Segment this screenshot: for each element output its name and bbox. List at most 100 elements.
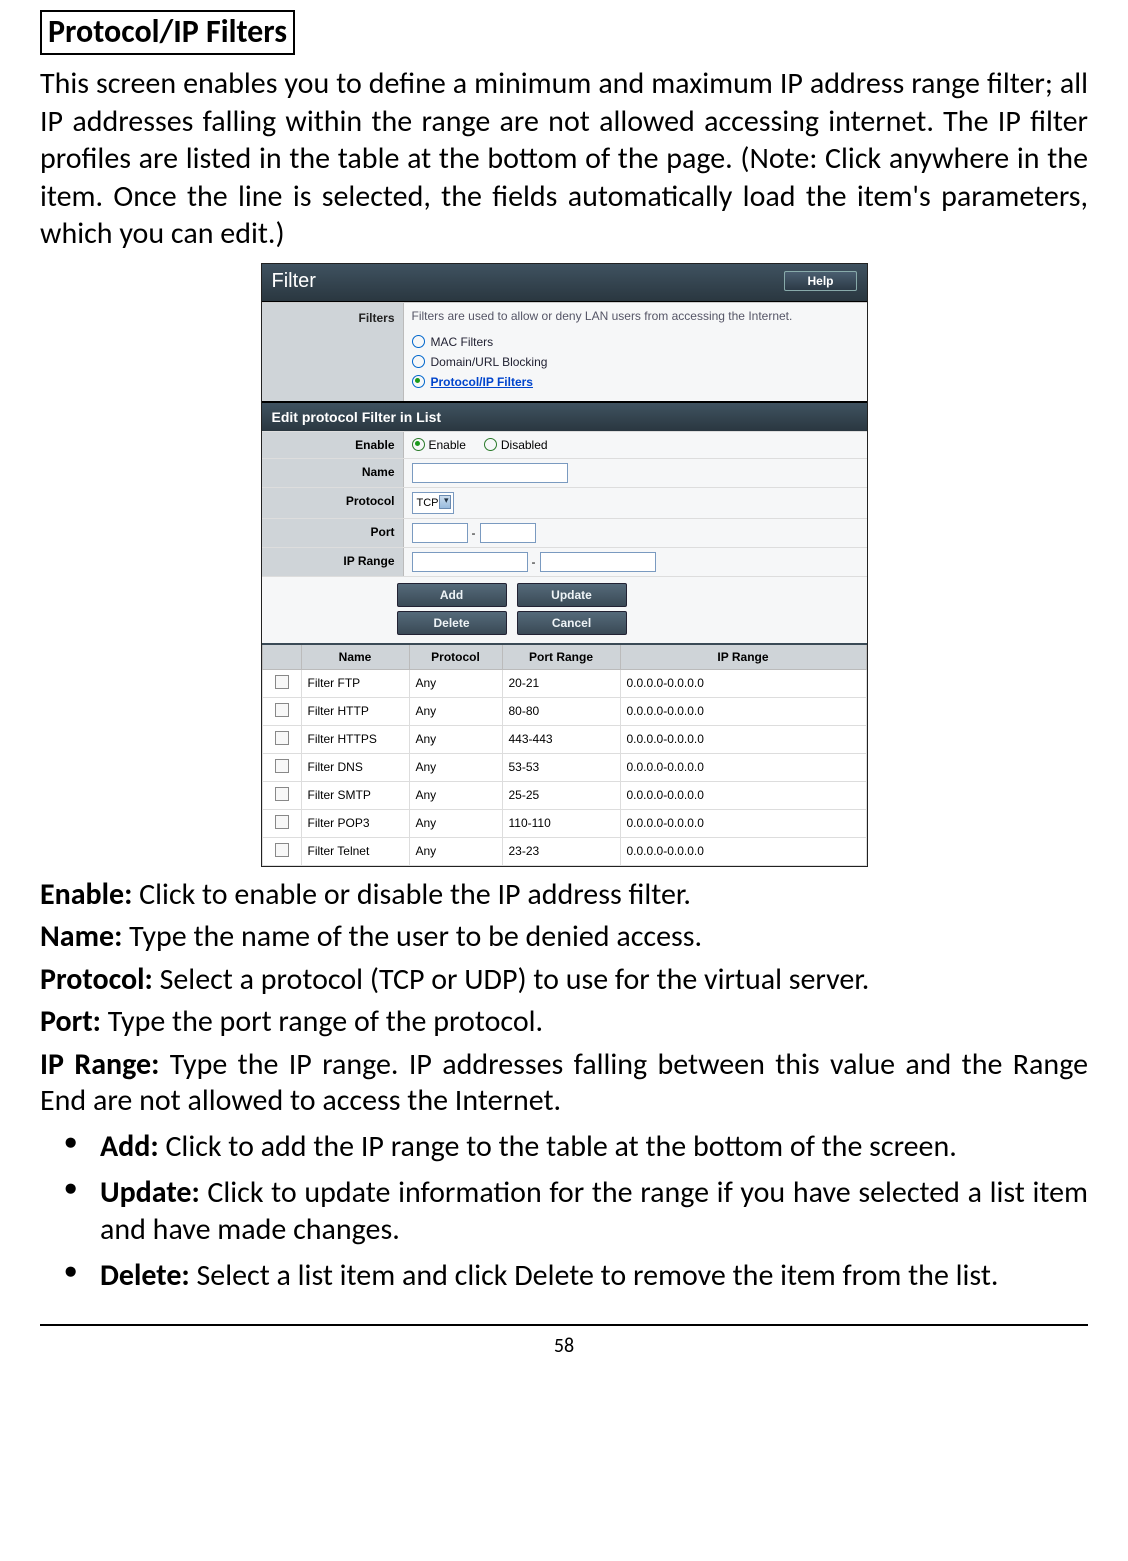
- bullet-update-t: Click to update information for the rang…: [100, 1174, 1088, 1249]
- ip-to-input[interactable]: [540, 552, 656, 572]
- ip-dash: -: [532, 555, 536, 569]
- cell-iprange: 0.0.0.0-0.0.0.0: [620, 753, 866, 781]
- cell-portrange: 53-53: [502, 753, 620, 781]
- filter-list-table: Name Protocol Port Range IP Range Filter…: [262, 643, 867, 866]
- filters-row-label: Filters: [262, 303, 404, 401]
- update-button[interactable]: Update: [517, 583, 627, 607]
- def-protocol-t: Select a protocol (TCP or UDP) to use fo…: [153, 961, 870, 998]
- row-checkbox[interactable]: [275, 787, 289, 801]
- th-protocol: Protocol: [409, 644, 502, 670]
- table-row[interactable]: Filter SMTPAny25-250.0.0.0-0.0.0.0: [262, 781, 866, 809]
- cell-iprange: 0.0.0.0-0.0.0.0: [620, 697, 866, 725]
- cell-protocol: Any: [409, 753, 502, 781]
- radio-enable[interactable]: [412, 438, 425, 451]
- filters-description: Filters are used to allow or deny LAN us…: [412, 309, 859, 323]
- def-iprange-l: IP Range:: [40, 1046, 159, 1083]
- table-row[interactable]: Filter POP3Any110-1100.0.0.0-0.0.0.0: [262, 809, 866, 837]
- row-checkbox[interactable]: [275, 675, 289, 689]
- bullet-update-l: Update:: [100, 1174, 200, 1211]
- bullet-add-l: Add:: [100, 1128, 159, 1165]
- name-input[interactable]: [412, 463, 568, 483]
- table-row[interactable]: Filter TelnetAny23-230.0.0.0-0.0.0.0: [262, 837, 866, 865]
- def-iprange-t: Type the IP range. IP addresses falling …: [40, 1046, 1088, 1120]
- delete-button[interactable]: Delete: [397, 611, 507, 635]
- cell-name: Filter FTP: [301, 669, 409, 697]
- cell-portrange: 443-443: [502, 725, 620, 753]
- cell-portrange: 23-23: [502, 837, 620, 865]
- iprange-label: IP Range: [262, 548, 404, 576]
- embedded-screenshot: Filter Help Filters Filters are used to …: [261, 263, 868, 867]
- bullet-delete-l: Delete:: [100, 1257, 190, 1294]
- radio-mac-label: MAC Filters: [431, 335, 494, 349]
- radio-domain-label: Domain/URL Blocking: [431, 355, 548, 369]
- def-port-l: Port:: [40, 1003, 101, 1040]
- cell-name: Filter DNS: [301, 753, 409, 781]
- radio-mac-filters[interactable]: [412, 335, 425, 348]
- cell-portrange: 80-80: [502, 697, 620, 725]
- table-row[interactable]: Filter FTPAny20-210.0.0.0-0.0.0.0: [262, 669, 866, 697]
- ip-from-input[interactable]: [412, 552, 528, 572]
- def-enable-t: Click to enable or disable the IP addres…: [132, 876, 691, 913]
- protocol-label: Protocol: [262, 488, 404, 518]
- th-checkbox: [262, 644, 301, 670]
- def-enable-l: Enable:: [40, 876, 132, 913]
- cell-iprange: 0.0.0.0-0.0.0.0: [620, 725, 866, 753]
- cell-portrange: 110-110: [502, 809, 620, 837]
- port-label: Port: [262, 519, 404, 547]
- page-number: 58: [40, 1324, 1088, 1358]
- port-from-input[interactable]: [412, 523, 468, 543]
- cell-protocol: Any: [409, 809, 502, 837]
- name-label: Name: [262, 459, 404, 487]
- cell-iprange: 0.0.0.0-0.0.0.0: [620, 837, 866, 865]
- radio-protocol-label[interactable]: Protocol/IP Filters: [431, 375, 533, 389]
- def-name-l: Name:: [40, 918, 122, 955]
- row-checkbox[interactable]: [275, 731, 289, 745]
- cell-protocol: Any: [409, 781, 502, 809]
- def-protocol-l: Protocol:: [40, 961, 153, 998]
- th-iprange: IP Range: [620, 644, 866, 670]
- section-title: Protocol/IP Filters: [40, 10, 295, 55]
- panel-title: Filter: [272, 270, 316, 293]
- row-checkbox[interactable]: [275, 815, 289, 829]
- add-button[interactable]: Add: [397, 583, 507, 607]
- help-button[interactable]: Help: [784, 271, 856, 291]
- def-port-t: Type the port range of the protocol.: [101, 1003, 543, 1040]
- table-row[interactable]: Filter HTTPSAny443-4430.0.0.0-0.0.0.0: [262, 725, 866, 753]
- cell-name: Filter Telnet: [301, 837, 409, 865]
- radio-protocol-filters[interactable]: [412, 375, 425, 388]
- edit-subheader: Edit protocol Filter in List: [262, 401, 867, 431]
- radio-domain-blocking[interactable]: [412, 355, 425, 368]
- cell-name: Filter HTTP: [301, 697, 409, 725]
- protocol-select[interactable]: TCP: [412, 492, 454, 514]
- cell-name: Filter HTTPS: [301, 725, 409, 753]
- th-name: Name: [301, 644, 409, 670]
- bullet-add-t: Click to add the IP range to the table a…: [159, 1128, 957, 1165]
- intro-paragraph: This screen enables you to define a mini…: [40, 65, 1088, 253]
- def-name-t: Type the name of the user to be denied a…: [122, 918, 702, 955]
- port-dash: -: [472, 526, 476, 540]
- cell-protocol: Any: [409, 725, 502, 753]
- radio-enable-label: Enable: [429, 438, 466, 452]
- cell-portrange: 20-21: [502, 669, 620, 697]
- enable-label: Enable: [262, 432, 404, 458]
- cell-protocol: Any: [409, 669, 502, 697]
- th-portrange: Port Range: [502, 644, 620, 670]
- cancel-button[interactable]: Cancel: [517, 611, 627, 635]
- cell-protocol: Any: [409, 837, 502, 865]
- cell-name: Filter POP3: [301, 809, 409, 837]
- table-row[interactable]: Filter HTTPAny80-800.0.0.0-0.0.0.0: [262, 697, 866, 725]
- bullet-delete-t: Select a list item and click Delete to r…: [190, 1257, 999, 1294]
- radio-disabled-label: Disabled: [501, 438, 548, 452]
- port-to-input[interactable]: [480, 523, 536, 543]
- table-row[interactable]: Filter DNSAny53-530.0.0.0-0.0.0.0: [262, 753, 866, 781]
- cell-iprange: 0.0.0.0-0.0.0.0: [620, 781, 866, 809]
- row-checkbox[interactable]: [275, 703, 289, 717]
- cell-iprange: 0.0.0.0-0.0.0.0: [620, 809, 866, 837]
- radio-disabled[interactable]: [484, 438, 497, 451]
- cell-protocol: Any: [409, 697, 502, 725]
- cell-name: Filter SMTP: [301, 781, 409, 809]
- row-checkbox[interactable]: [275, 843, 289, 857]
- cell-iprange: 0.0.0.0-0.0.0.0: [620, 669, 866, 697]
- row-checkbox[interactable]: [275, 759, 289, 773]
- cell-portrange: 25-25: [502, 781, 620, 809]
